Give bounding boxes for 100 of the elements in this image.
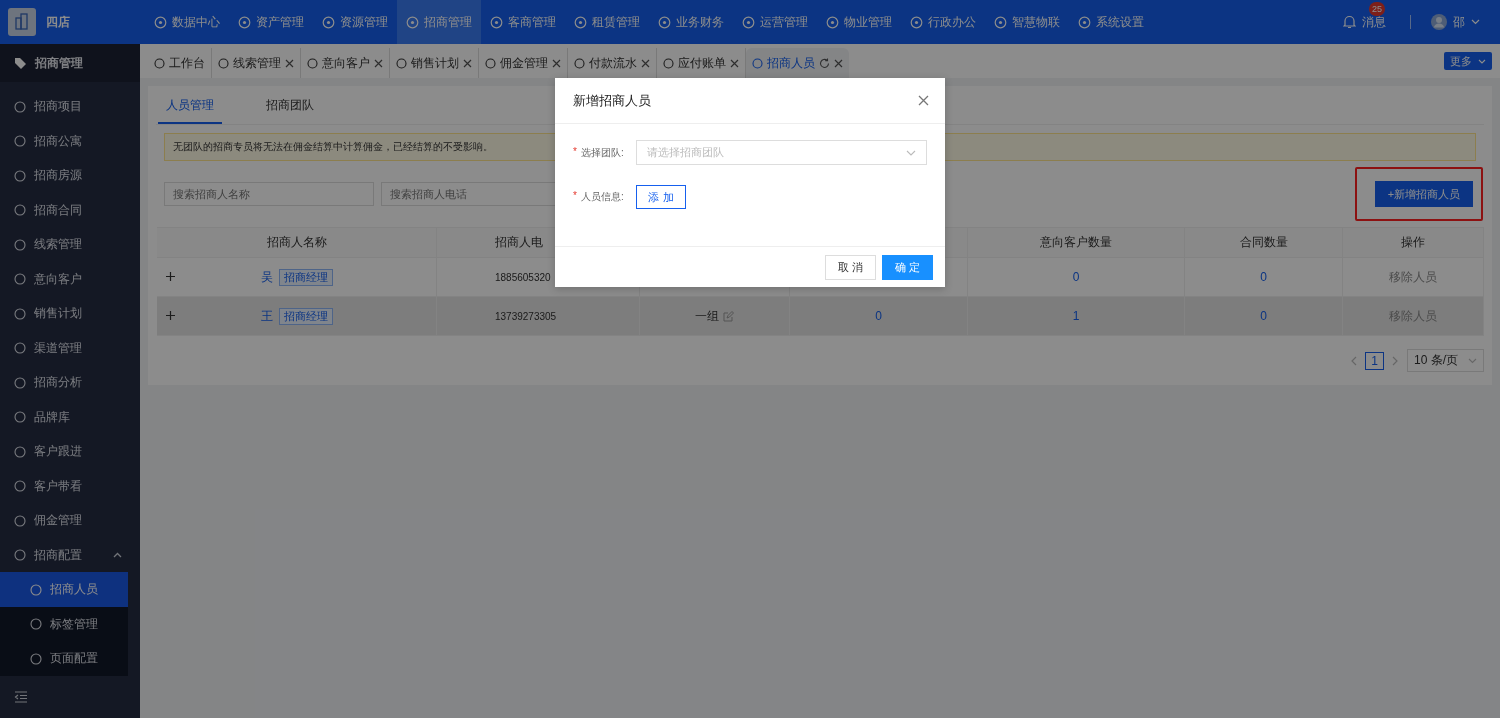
field-label: 选择团队: <box>580 145 624 160</box>
expand-icon[interactable] <box>166 311 175 320</box>
circle-icon <box>742 15 755 29</box>
sidebar-item[interactable]: 页面配置 <box>0 641 128 676</box>
nav-item[interactable]: 运营管理 <box>733 0 817 44</box>
collapse-icon[interactable] <box>14 690 28 703</box>
sidebar-item[interactable]: 客户跟进 <box>0 434 140 469</box>
chevron-icon[interactable] <box>113 552 122 559</box>
user-name[interactable]: 邵 <box>1453 13 1465 31</box>
close-icon[interactable] <box>463 58 472 68</box>
circle-icon <box>14 411 26 424</box>
page-number[interactable]: 1 <box>1365 351 1384 370</box>
page-tab[interactable]: 意向客户 <box>301 48 390 78</box>
count-link[interactable]: 1 <box>1072 309 1080 323</box>
nav-item[interactable]: 数据中心 <box>145 0 229 44</box>
bell-icon[interactable] <box>1343 15 1356 29</box>
sidebar-item[interactable]: 客户带看 <box>0 468 140 504</box>
circle-icon <box>154 57 165 69</box>
close-icon[interactable] <box>730 58 739 68</box>
column-header: 操作 <box>1401 234 1425 251</box>
nav-item[interactable]: 资源管理 <box>313 0 397 44</box>
sidebar-item[interactable]: 招商房源 <box>0 158 140 193</box>
more-button[interactable]: 更多 <box>1444 52 1492 70</box>
sub-tab[interactable]: 招商团队 <box>258 86 322 124</box>
count-link[interactable]: 0 <box>875 309 882 323</box>
sidebar-item[interactable]: 招商人员 <box>0 572 128 607</box>
person-name[interactable]: 王 <box>260 307 273 325</box>
circle-icon <box>30 583 42 596</box>
nav-item[interactable]: 租赁管理 <box>565 0 649 44</box>
close-icon[interactable] <box>552 58 561 68</box>
nav-item[interactable]: 系统设置 <box>1069 0 1153 44</box>
circle-icon <box>490 15 503 29</box>
confirm-button[interactable]: 确 定 <box>882 254 933 280</box>
circle-icon <box>910 15 923 29</box>
nav-item[interactable]: 客商管理 <box>481 0 565 44</box>
search-field[interactable]: 搜索招商人名称 <box>164 182 374 206</box>
add-button[interactable]: 添 加 <box>636 185 686 209</box>
count-link[interactable]: 0 <box>1260 309 1267 323</box>
circle-icon <box>826 15 839 29</box>
sidebar-item[interactable]: 线索管理 <box>0 227 140 262</box>
caret-icon <box>1468 357 1477 364</box>
circle-icon <box>14 307 26 320</box>
close-icon[interactable] <box>374 58 383 68</box>
sub-tab[interactable]: 人员管理 <box>158 86 222 124</box>
page-tab[interactable]: 招商人员 <box>746 48 849 78</box>
person-name[interactable]: 吴 <box>260 268 273 286</box>
sidebar-item[interactable]: 渠道管理 <box>0 330 140 366</box>
count-link[interactable]: 0 <box>1260 270 1267 284</box>
team-select[interactable]: 请选择招商团队 <box>636 140 927 165</box>
caret-icon <box>1478 58 1486 64</box>
sidebar-item[interactable]: 招商配置 <box>0 537 140 573</box>
circle-icon <box>14 169 26 182</box>
close-icon[interactable] <box>641 58 650 68</box>
circle-icon <box>396 57 407 69</box>
required-mark: * <box>573 145 577 159</box>
sidebar-item[interactable]: 意向客户 <box>0 261 140 297</box>
nav-item[interactable]: 物业管理 <box>817 0 901 44</box>
page-tab[interactable]: 线索管理 <box>212 48 301 78</box>
close-icon[interactable] <box>834 58 843 68</box>
sidebar-item[interactable]: 招商公寓 <box>0 123 140 159</box>
page-tab[interactable]: 工作台 <box>148 48 212 78</box>
close-icon[interactable] <box>285 58 294 68</box>
count-badge: 25 <box>1369 1 1385 16</box>
sidebar-item[interactable]: 招商项目 <box>0 89 140 124</box>
sidebar-item[interactable]: 招商合同 <box>0 192 140 228</box>
dialog-title: 新增招商人员 <box>573 91 651 110</box>
cancel-button[interactable]: 取 消 <box>825 254 876 280</box>
messages-link[interactable]: 消息 <box>1362 13 1386 31</box>
refresh-icon[interactable] <box>819 57 830 69</box>
column-header: 招商人名称 <box>266 234 327 251</box>
circle-icon <box>485 57 496 69</box>
circle-icon <box>574 57 585 69</box>
circle-icon <box>406 15 419 29</box>
remove-link[interactable]: 移除人员 <box>1389 268 1437 286</box>
circle-icon <box>994 15 1007 29</box>
role-tag: 招商经理 <box>278 307 333 325</box>
expand-icon[interactable] <box>166 272 175 281</box>
nav-item[interactable]: 行政办公 <box>901 0 985 44</box>
caret-icon[interactable] <box>1471 19 1480 25</box>
avatar-icon[interactable] <box>1431 14 1447 30</box>
add-button[interactable]: +新增招商人员 <box>1375 181 1473 207</box>
page-tab[interactable]: 销售计划 <box>390 48 479 78</box>
circle-icon <box>322 15 335 29</box>
count-link[interactable]: 0 <box>1072 270 1080 284</box>
sidebar-item[interactable]: 佣金管理 <box>0 503 140 538</box>
nav-item[interactable]: 业务财务 <box>649 0 733 44</box>
nav-item[interactable]: 招商管理 <box>397 0 481 44</box>
circle-icon <box>14 100 26 113</box>
column-header: 招商人电 <box>495 234 543 251</box>
circle-icon <box>14 342 26 355</box>
close-icon[interactable] <box>918 95 929 106</box>
circle-icon <box>30 652 42 665</box>
role-tag: 招商经理 <box>278 268 333 286</box>
sidebar-item[interactable]: 标签管理 <box>0 606 128 642</box>
nav-item[interactable]: 资产管理 <box>229 0 313 44</box>
nav-item[interactable]: 智慧物联 <box>985 0 1069 44</box>
sidebar-item[interactable]: 招商分析 <box>0 365 140 400</box>
sidebar-item[interactable]: 品牌库 <box>0 399 140 435</box>
sidebar-item[interactable]: 销售计划 <box>0 296 140 331</box>
page-size-select[interactable]: 10 条/页 <box>1407 349 1484 372</box>
